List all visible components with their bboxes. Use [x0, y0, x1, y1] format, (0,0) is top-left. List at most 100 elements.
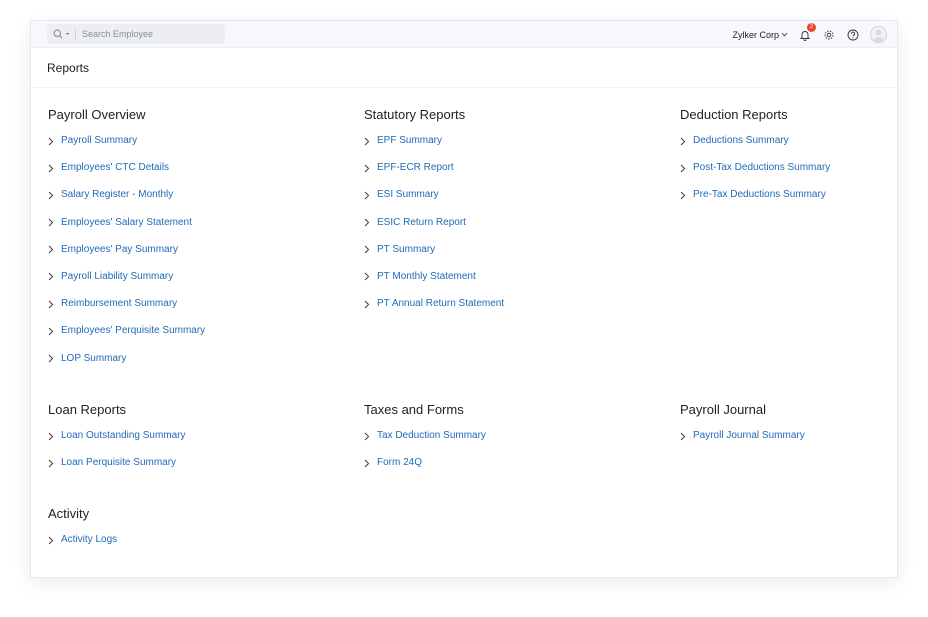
settings-button[interactable]	[822, 28, 836, 42]
report-link[interactable]: Employees' CTC Details	[48, 162, 169, 174]
report-link[interactable]: Loan Outstanding Summary	[48, 430, 186, 442]
notifications-button[interactable]: 2	[798, 22, 816, 42]
report-link[interactable]: Activity Logs	[48, 534, 117, 546]
report-link[interactable]: Payroll Summary	[48, 135, 137, 147]
section-title: Activity	[48, 506, 90, 521]
list-item: Payroll Journal Summary	[680, 430, 880, 457]
report-link-label: EPF Summary	[377, 135, 443, 146]
report-link[interactable]: EPF-ECR Report	[364, 162, 454, 174]
chevron-right-icon	[48, 457, 55, 469]
list-item: PT Summary	[364, 244, 664, 271]
list-item: LOP Summary	[48, 353, 348, 380]
list-item: Deductions Summary	[680, 135, 880, 162]
report-link-label: Employees' CTC Details	[61, 162, 170, 174]
list-item: ESIC Return Report	[364, 217, 664, 244]
section-statutory-reports: Statutory Reports EPF Summary EPF-ECR Re…	[364, 107, 664, 325]
chevron-right-icon	[48, 325, 55, 337]
section-loan-reports: Loan Reports Loan Outstanding Summary Lo…	[48, 402, 348, 484]
list-item: Employees' Salary Statement	[48, 217, 348, 244]
list-item: Payroll Liability Summary	[48, 271, 348, 298]
report-link[interactable]: Reimbursement Summary	[48, 298, 177, 310]
org-switcher[interactable]: Zylker Corp	[732, 30, 788, 40]
section-deduction-reports: Deduction Reports Deductions Summary Pos…	[680, 107, 880, 217]
report-link[interactable]: Post-Tax Deductions Summary	[680, 162, 830, 174]
report-link[interactable]: EPF Summary	[364, 135, 442, 147]
report-link[interactable]: Employees' Perquisite Summary	[48, 325, 205, 337]
report-link-label: Post-Tax Deductions Summary	[693, 162, 831, 174]
list-item: Employees' Pay Summary	[48, 244, 348, 271]
report-link-label: EPF-ECR Report	[377, 162, 454, 174]
report-link[interactable]: PT Annual Return Statement	[364, 298, 504, 310]
help-icon	[847, 29, 859, 40]
page-title: Reports	[47, 60, 90, 75]
chevron-right-icon	[48, 135, 55, 147]
report-list: Loan Outstanding Summary Loan Perquisite…	[48, 430, 348, 484]
report-list: Payroll Journal Summary	[680, 430, 880, 457]
section-activity: Activity Activity Logs	[48, 506, 348, 561]
section-payroll-journal: Payroll Journal Payroll Journal Summary	[680, 402, 880, 457]
chevron-right-icon	[48, 189, 55, 201]
report-link[interactable]: Form 24Q	[364, 457, 422, 469]
search-scope-button[interactable]	[47, 29, 75, 39]
list-item: Activity Logs	[48, 534, 348, 561]
report-link[interactable]: Deductions Summary	[680, 135, 789, 147]
report-link[interactable]: Payroll Liability Summary	[48, 271, 173, 283]
chevron-right-icon	[48, 217, 55, 229]
list-item: PT Annual Return Statement	[364, 298, 664, 325]
report-link-label: Tax Deduction Summary	[377, 430, 486, 441]
page-header: Reports	[31, 48, 897, 88]
report-link[interactable]: Payroll Journal Summary	[680, 430, 805, 442]
report-list: Deductions Summary Post-Tax Deductions S…	[680, 135, 880, 217]
list-item: Reimbursement Summary	[48, 298, 348, 325]
report-link[interactable]: PT Monthly Statement	[364, 271, 476, 283]
list-item: Post-Tax Deductions Summary	[680, 162, 880, 189]
header-tools: Zylker Corp 2	[732, 21, 887, 48]
section-payroll-overview: Payroll Overview Payroll Summary Employe…	[48, 107, 348, 380]
list-item: EPF-ECR Report	[364, 162, 664, 189]
list-item: Pre-Tax Deductions Summary	[680, 189, 880, 216]
list-item: Loan Outstanding Summary	[48, 430, 348, 457]
chevron-right-icon	[364, 135, 371, 147]
report-link-label: PT Summary	[377, 243, 436, 255]
chevron-right-icon	[48, 353, 55, 365]
report-link[interactable]: Employees' Pay Summary	[48, 244, 178, 256]
report-link[interactable]: Salary Register - Monthly	[48, 189, 173, 201]
chevron-right-icon	[680, 162, 687, 174]
report-link[interactable]: Pre-Tax Deductions Summary	[680, 189, 826, 201]
chevron-right-icon	[680, 135, 687, 147]
chevron-right-icon	[364, 298, 371, 310]
section-title: Payroll Overview	[48, 107, 146, 122]
report-link[interactable]: ESIC Return Report	[364, 217, 466, 229]
chevron-right-icon	[364, 271, 371, 283]
report-link-label: Salary Register - Monthly	[61, 189, 174, 201]
report-link-label: Deductions Summary	[693, 135, 789, 146]
report-list: Payroll Summary Employees' CTC Details S…	[48, 135, 348, 380]
search-box[interactable]	[47, 24, 225, 44]
profile-avatar[interactable]	[870, 26, 887, 43]
report-link-label: Loan Outstanding Summary	[61, 430, 186, 441]
report-link-label: ESI Summary	[377, 189, 439, 201]
report-link-label: LOP Summary	[61, 352, 127, 364]
report-link[interactable]: ESI Summary	[364, 189, 439, 201]
report-link-label: Payroll Summary	[61, 135, 138, 146]
section-title: Deduction Reports	[680, 107, 788, 122]
chevron-right-icon	[48, 430, 55, 442]
report-link[interactable]: PT Summary	[364, 244, 435, 256]
report-link-label: PT Monthly Statement	[377, 270, 476, 282]
report-link-label: Employees' Pay Summary	[61, 243, 178, 255]
chevron-down-icon	[781, 32, 788, 37]
report-link[interactable]: LOP Summary	[48, 353, 126, 365]
list-item: ESI Summary	[364, 189, 664, 216]
report-link[interactable]: Tax Deduction Summary	[364, 430, 486, 442]
help-button[interactable]	[846, 28, 860, 42]
list-item: Employees' CTC Details	[48, 162, 348, 189]
report-link-label: Employees' Perquisite Summary	[61, 325, 206, 337]
notification-badge: 2	[807, 22, 816, 32]
report-link-label: Payroll Journal Summary	[693, 430, 805, 441]
report-link[interactable]: Employees' Salary Statement	[48, 217, 192, 229]
search-input[interactable]	[76, 25, 216, 43]
avatar-icon	[872, 29, 885, 42]
chevron-right-icon	[364, 217, 371, 229]
list-item: Tax Deduction Summary	[364, 430, 664, 457]
report-link[interactable]: Loan Perquisite Summary	[48, 457, 176, 469]
